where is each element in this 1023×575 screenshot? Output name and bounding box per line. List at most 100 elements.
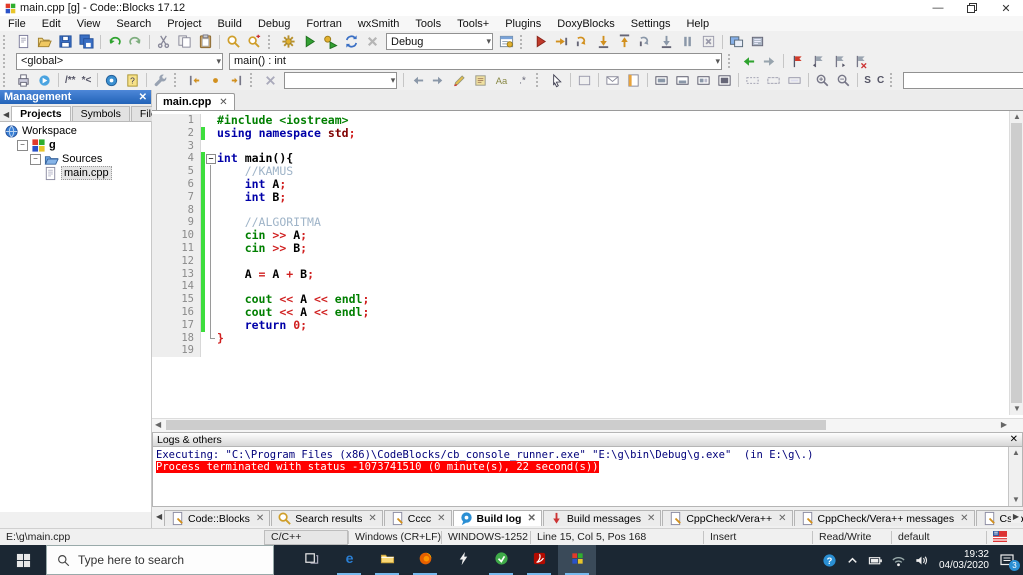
- inc-next-icon[interactable]: [226, 71, 247, 89]
- taskbar-app-firefox[interactable]: [406, 545, 444, 575]
- menu-fortran[interactable]: Fortran: [298, 18, 349, 30]
- next-bookmark-icon[interactable]: [829, 52, 850, 70]
- taskbar-app-edge[interactable]: e: [330, 545, 368, 575]
- menu-doxyblocks[interactable]: DoxyBlocks: [549, 18, 622, 30]
- doxy-chm-icon[interactable]: [101, 71, 122, 89]
- clear-bookmarks-icon[interactable]: [850, 52, 871, 70]
- chevron-down-icon[interactable]: ▾: [388, 75, 396, 86]
- C-icon[interactable]: C: [874, 71, 887, 89]
- undo-icon[interactable]: [104, 33, 125, 51]
- inc-clear-icon[interactable]: [260, 71, 281, 89]
- incremental-search-combo[interactable]: ▾: [284, 71, 398, 89]
- inc-prev-icon[interactable]: [184, 71, 205, 89]
- tray-chevron-icon[interactable]: [845, 553, 860, 568]
- toggle-bookmark-icon[interactable]: [787, 52, 808, 70]
- menu-tools[interactable]: Tools: [407, 18, 449, 30]
- taskbar-app-file-explorer[interactable]: [368, 545, 406, 575]
- menu-wxsmith[interactable]: wxSmith: [350, 18, 408, 30]
- run-to-cursor-icon[interactable]: [551, 33, 572, 51]
- nav-back-icon[interactable]: [738, 52, 759, 70]
- inc-dot-icon[interactable]: [205, 71, 226, 89]
- debug-continue-icon[interactable]: [530, 33, 551, 51]
- tree-expander-icon[interactable]: −: [30, 153, 41, 165]
- taskbar-app-acrobat[interactable]: [520, 545, 558, 575]
- function-scope-combo[interactable]: main() : int ▾: [229, 52, 722, 70]
- wrench-icon[interactable]: [150, 71, 171, 89]
- symsym-icon[interactable]: *<: [79, 71, 95, 89]
- break-debugger-icon[interactable]: [677, 33, 698, 51]
- frame-icon[interactable]: [574, 71, 595, 89]
- log-tabs-scroll-left-icon[interactable]: ◀: [154, 512, 164, 523]
- debugging-windows-icon[interactable]: [726, 33, 747, 51]
- build-icon[interactable]: [278, 33, 299, 51]
- log-tab-build-log[interactable]: Build log ✕: [452, 510, 542, 526]
- abort-build-icon[interactable]: [362, 33, 383, 51]
- tree-item-sources[interactable]: − Sources: [0, 152, 151, 166]
- prev-bookmark-icon[interactable]: [808, 52, 829, 70]
- tree-item-g[interactable]: − g: [0, 138, 151, 152]
- border-b-icon[interactable]: [763, 71, 784, 89]
- menu-search[interactable]: Search: [108, 18, 159, 30]
- code-line[interactable]: 11 cin >> B;: [152, 242, 1023, 255]
- code-editor[interactable]: 1 #include <iostream> 2 using namespace std…: [152, 111, 1023, 418]
- code-line[interactable]: 2 using namespace std;: [152, 126, 1023, 140]
- menu-edit[interactable]: Edit: [34, 18, 69, 30]
- stop-debugger-icon[interactable]: [698, 33, 719, 51]
- fwd-gray-icon[interactable]: [428, 71, 449, 89]
- border-c-icon[interactable]: [784, 71, 805, 89]
- menu-project[interactable]: Project: [159, 18, 209, 30]
- highlight-icon[interactable]: [470, 71, 491, 89]
- editor-tab-close-icon[interactable]: ✕: [219, 97, 227, 108]
- menu-debug[interactable]: Debug: [250, 18, 298, 30]
- step-into-icon[interactable]: [593, 33, 614, 51]
- log-tab-close-icon[interactable]: ✕: [437, 513, 445, 524]
- menu-plugins[interactable]: Plugins: [497, 18, 549, 30]
- pencil-icon[interactable]: [449, 71, 470, 89]
- zoom-out-icon[interactable]: [833, 71, 854, 89]
- tray-volume-icon[interactable]: [914, 553, 929, 568]
- rebuild-icon[interactable]: [341, 33, 362, 51]
- menu-file[interactable]: File: [0, 18, 34, 30]
- log-tab-code-blocks[interactable]: Code::Blocks ✕: [164, 510, 271, 526]
- find-icon[interactable]: [223, 33, 244, 51]
- taskbar-clock[interactable]: 19:32 04/03/2020: [939, 549, 989, 571]
- step-out-icon[interactable]: [614, 33, 635, 51]
- sizer-d-icon[interactable]: [714, 71, 735, 89]
- log-tab-close-icon[interactable]: ✕: [527, 513, 535, 524]
- build-and-run-icon[interactable]: [320, 33, 341, 51]
- taskbar-app-lightning[interactable]: [444, 545, 482, 575]
- log-tab-close-icon[interactable]: ✕: [368, 513, 376, 524]
- notebook-icon[interactable]: [623, 71, 644, 89]
- logs-close-icon[interactable]: ✕: [1010, 434, 1018, 445]
- log-tabs-scroll-right-icon[interactable]: ▶: [1010, 512, 1021, 523]
- tray-network-icon[interactable]: [891, 553, 906, 568]
- log-tab-close-icon[interactable]: ✕: [778, 513, 786, 524]
- editor-tab-maincpp[interactable]: main.cpp ✕: [156, 93, 235, 110]
- doxy-run-icon[interactable]: [34, 71, 55, 89]
- tree-item-workspace[interactable]: Workspace: [0, 124, 151, 138]
- fold-collapse-icon[interactable]: −: [206, 153, 216, 164]
- save-all-icon[interactable]: [76, 33, 97, 51]
- log-tab-cppcheck-vera-messages[interactable]: CppCheck/Vera++ messages ✕: [793, 510, 975, 526]
- chevron-down-icon[interactable]: ▾: [483, 36, 491, 47]
- log-tab-close-icon[interactable]: ✕: [256, 513, 264, 524]
- code-line[interactable]: 17 return 0;: [152, 318, 1023, 332]
- redo-icon[interactable]: [125, 33, 146, 51]
- editor-horizontal-scrollbar[interactable]: ◀ ▶: [152, 418, 1023, 432]
- scope-combo[interactable]: <global> ▾: [16, 52, 223, 70]
- taskbar-app-task-view[interactable]: [292, 545, 330, 575]
- next-line-icon[interactable]: [572, 33, 593, 51]
- nav-forward-icon[interactable]: [759, 52, 780, 70]
- action-center-icon[interactable]: 3: [999, 552, 1020, 571]
- taskbar-app-codeblocks[interactable]: [558, 545, 596, 575]
- chevron-down-icon[interactable]: ▾: [213, 56, 221, 67]
- symbol-search-combo[interactable]: ▾: [903, 71, 1023, 89]
- code-line[interactable]: 18}: [152, 331, 1023, 345]
- tree-item-maincpp[interactable]: main.cpp: [0, 166, 151, 180]
- cut-icon[interactable]: [153, 33, 174, 51]
- code-line[interactable]: 19: [152, 344, 1023, 358]
- next-instruction-icon[interactable]: [635, 33, 656, 51]
- minimize-button[interactable]: —: [921, 0, 955, 16]
- symsymsym-icon[interactable]: /**: [62, 71, 79, 89]
- envelope-icon[interactable]: [602, 71, 623, 89]
